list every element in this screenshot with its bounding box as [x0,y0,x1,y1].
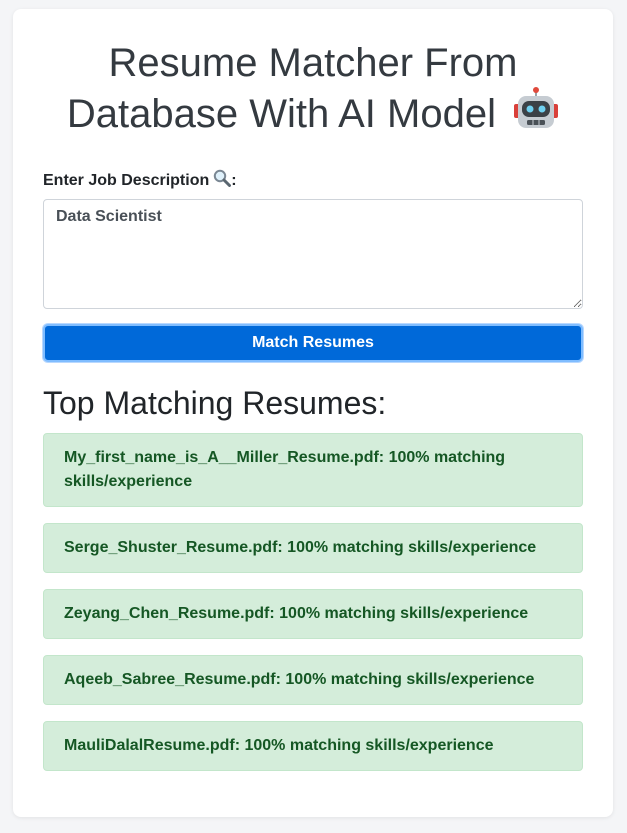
label-colon: : [231,172,237,189]
title-line-1: Resume Matcher From [108,41,518,85]
results-heading: Top Matching Resumes: [43,385,387,421]
robot-icon [513,87,559,142]
job-description-label-text: Enter Job Description [43,172,210,189]
match-resumes-button[interactable]: Match Resumes [43,324,583,362]
result-item: Zeyang_Chen_Resume.pdf: 100% matching sk… [43,589,583,639]
page-title: Resume Matcher From Database With AI Mod… [13,39,613,142]
job-description-input[interactable]: Data Scientist [43,199,583,309]
job-description-label: Enter Job Description : [43,169,237,192]
result-item: My_first_name_is_A__Miller_Resume.pdf: 1… [43,433,583,507]
results-list: My_first_name_is_A__Miller_Resume.pdf: 1… [43,433,583,787]
magnifying-glass-icon [213,169,232,192]
title-line-2: Database With AI Model [66,92,496,136]
result-item: MauliDalalResume.pdf: 100% matching skil… [43,721,583,771]
main-card: Resume Matcher From Database With AI Mod… [13,9,613,817]
result-item: Serge_Shuster_Resume.pdf: 100% matching … [43,523,583,573]
result-item: Aqeeb_Sabree_Resume.pdf: 100% matching s… [43,655,583,705]
